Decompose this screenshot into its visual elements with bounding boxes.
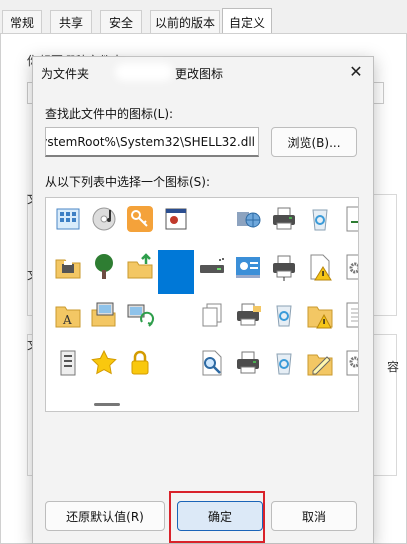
key-icon[interactable] <box>122 202 158 236</box>
tab-previous-versions[interactable]: 以前的版本 <box>150 10 220 33</box>
restore-defaults-button[interactable]: 还原默认值(R) <box>45 501 165 531</box>
drive-icon[interactable] <box>194 250 230 284</box>
lined-doc-icon[interactable] <box>338 298 358 332</box>
note-folder-icon[interactable] <box>302 346 338 380</box>
tab-customize[interactable]: 自定义 <box>222 8 272 35</box>
icon-file-path-input[interactable]: SystemRoot%\System32\SHELL32.dll <box>45 127 259 157</box>
tab-general[interactable]: 常规 <box>2 10 42 33</box>
printer-icon[interactable] <box>230 346 266 380</box>
change-icon-dialog: 为文件夹 更改图标 ✕ 查找此文件中的图标(L): SystemRoot%\Sy… <box>32 56 374 544</box>
printer-folder-icon[interactable] <box>230 298 266 332</box>
app-window-icon[interactable] <box>158 202 194 236</box>
computer-folder-icon[interactable] <box>86 298 122 332</box>
star-icon[interactable] <box>86 346 122 380</box>
svg-text:A: A <box>62 313 72 327</box>
drive-tower-icon[interactable] <box>50 346 86 380</box>
partial-doc-icon[interactable] <box>338 202 358 236</box>
cancel-button[interactable]: 取消 <box>271 501 357 531</box>
redacted-folder-name <box>115 63 173 81</box>
settings-doc-icon[interactable] <box>338 346 358 380</box>
tab-sharing[interactable]: 共享 <box>50 10 92 33</box>
find-icons-label: 查找此文件中的图标(L): <box>45 107 174 121</box>
dialog-title-prefix: 为文件夹 <box>41 67 90 81</box>
properties-tabs: 常规 共享 安全 以前的版本 自定义 <box>0 0 407 35</box>
network-sync-icon[interactable] <box>122 298 158 332</box>
lock-icon[interactable] <box>122 346 158 380</box>
gear-icon[interactable] <box>338 250 358 284</box>
network-globe-icon[interactable] <box>230 202 266 236</box>
select-icon-label: 从以下列表中选择一个图标(S): <box>45 175 211 189</box>
group-label-glyph-right: 容 <box>387 360 400 374</box>
recycle-bin-icon[interactable] <box>302 202 338 236</box>
horizontal-scrollbar[interactable] <box>45 397 359 412</box>
folder-up-icon[interactable] <box>122 250 158 284</box>
scrollbar-thumb[interactable] <box>94 403 120 406</box>
printer-folder-icon[interactable] <box>50 250 86 284</box>
cd-music-icon[interactable] <box>86 202 122 236</box>
files-icon[interactable] <box>194 298 230 332</box>
selected-blank-icon[interactable] <box>158 250 194 294</box>
recycle-bin-full-icon[interactable] <box>266 298 302 332</box>
recycle-bin-icon[interactable] <box>266 346 302 380</box>
tree-icon[interactable] <box>86 250 122 284</box>
folder-warning-icon[interactable] <box>302 298 338 332</box>
ok-button-highlight <box>169 491 265 543</box>
tab-security[interactable]: 安全 <box>100 10 142 33</box>
dialog-title-suffix: 更改图标 <box>175 67 224 81</box>
printer-network-icon[interactable] <box>266 250 302 284</box>
blue-grid-icon[interactable] <box>50 202 86 236</box>
printer-icon[interactable] <box>266 202 302 236</box>
close-icon[interactable]: ✕ <box>347 63 365 81</box>
search-doc-icon[interactable] <box>194 346 230 380</box>
browse-button[interactable]: 浏览(B)... <box>271 127 357 157</box>
font-folder-icon[interactable]: A <box>50 298 86 332</box>
control-panel-icon[interactable] <box>230 250 266 284</box>
icon-list[interactable]: A <box>45 197 359 399</box>
warning-doc-icon[interactable] <box>302 250 338 284</box>
